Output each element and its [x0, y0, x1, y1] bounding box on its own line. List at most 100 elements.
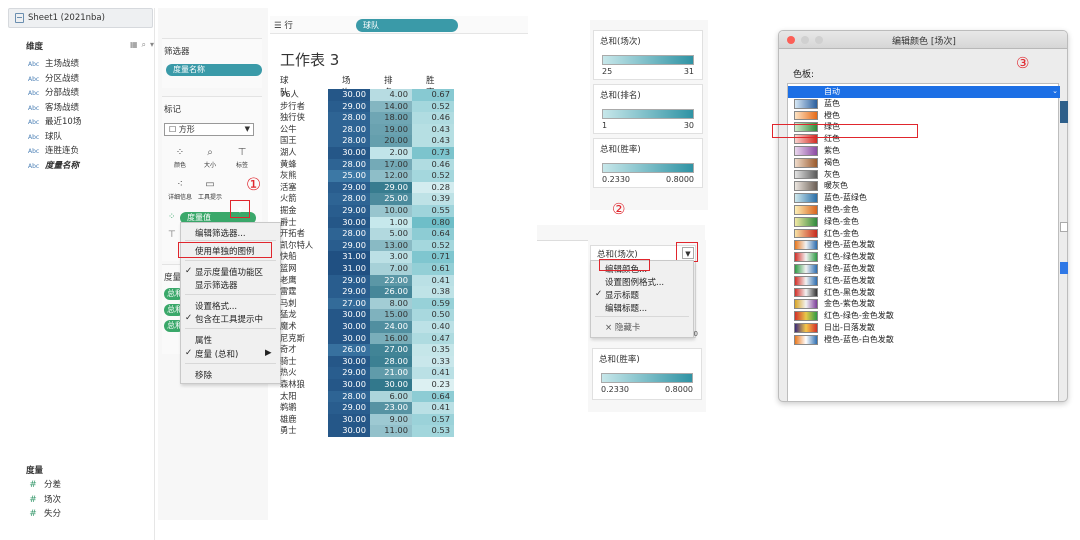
table-row[interactable]: 马刺 27.00 8.00 0.59: [280, 297, 480, 310]
rank-cell: 15.00: [370, 309, 412, 321]
table-row[interactable]: 太阳 28.00 6.00 0.64: [280, 390, 480, 403]
detail-button[interactable]: ⁖ 详细信息: [168, 178, 192, 204]
palette-option[interactable]: 褐色: [788, 157, 1060, 169]
palette-option[interactable]: 日出-日落发散: [788, 322, 1060, 334]
color-button[interactable]: ⁘ 颜色: [168, 146, 192, 172]
grid-icon[interactable]: ▦: [130, 40, 138, 52]
table-row[interactable]: 步行者 29.00 14.00 0.52: [280, 100, 480, 113]
table-row[interactable]: 勇士 30.00 11.00 0.53: [280, 425, 480, 437]
palette-option[interactable]: 金色-紫色发散: [788, 298, 1060, 310]
palette-option[interactable]: 红色-绿色-金色发散: [788, 310, 1060, 322]
chevron-down-icon[interactable]: ⌄: [1050, 86, 1060, 96]
table-row[interactable]: 鹈鹕 29.00 23.00 0.41: [280, 402, 480, 414]
table-row[interactable]: 火箭 28.00 25.00 0.39: [280, 193, 480, 205]
dimension-field[interactable]: Abc 主场战绩: [28, 57, 154, 72]
menu-item-remove[interactable]: 移除: [195, 369, 212, 381]
legend-rank[interactable]: 总和(排名) 1 30: [593, 84, 703, 134]
menu-item-format[interactable]: 设置格式...: [195, 300, 237, 312]
table-row[interactable]: 魔术 30.00 24.00 0.40: [280, 321, 480, 333]
palette-option[interactable]: 灰色: [788, 169, 1060, 181]
dimension-field[interactable]: Abc 度量名称: [28, 159, 154, 174]
palette-option[interactable]: 红色-绿色发散: [788, 251, 1060, 263]
filter-pill[interactable]: 度量名称: [166, 64, 262, 76]
menu-item-show-title[interactable]: ✓ 显示标题: [595, 289, 639, 301]
legend-winrate[interactable]: 总和(胜率) 0.2330 0.8000: [593, 138, 703, 188]
table-row[interactable]: 湖人 30.00 2.00 0.73: [280, 147, 480, 159]
chevron-down-icon[interactable]: ▾: [150, 40, 154, 52]
table-row[interactable]: 骑士 30.00 28.00 0.33: [280, 355, 480, 368]
table-row[interactable]: 热火 29.00 21.00 0.41: [280, 367, 480, 379]
measure-field[interactable]: # 分差: [28, 478, 154, 493]
menu-item-show-filter[interactable]: 显示筛选器: [195, 279, 238, 291]
table-row[interactable]: 开拓者 28.00 5.00 0.64: [280, 228, 480, 240]
search-icon[interactable]: ⌕: [142, 40, 146, 52]
menu-item-measure-sum[interactable]: ✓ 度量 (总和) ▶: [185, 348, 272, 360]
dimension-field[interactable]: Abc 分部战绩: [28, 86, 154, 101]
palette-option-label: 红色-黑色发散: [824, 287, 875, 297]
palette-option[interactable]: 自动: [788, 86, 1060, 98]
menu-item-hide-card[interactable]: × 隐藏卡: [605, 321, 640, 333]
label-button[interactable]: ⊤ 标签: [230, 146, 254, 172]
palette-option[interactable]: 橙色: [788, 110, 1060, 122]
step-2-marker: ②: [612, 200, 626, 218]
table-row[interactable]: 猛龙 30.00 15.00 0.50: [280, 309, 480, 321]
menu-item-attribute[interactable]: 属性: [195, 334, 212, 346]
legend-winrate-lower[interactable]: 总和(胜率) 0.2330 0.8000: [592, 348, 702, 400]
table-row[interactable]: 雷霆 29.00 26.00 0.38: [280, 286, 480, 298]
winrate-cell: 0.41: [412, 402, 454, 414]
menu-item-show-measure-card[interactable]: ✓ 显示度量值功能区: [185, 266, 263, 278]
measure-field[interactable]: # 失分: [28, 507, 154, 522]
table-row[interactable]: 奇才 26.00 27.00 0.35: [280, 344, 480, 356]
table-row[interactable]: 雄鹿 30.00 9.00 0.57: [280, 413, 480, 426]
palette-option-label: 灰色: [824, 169, 840, 179]
dimension-field[interactable]: Abc 最近10场: [28, 115, 154, 130]
dimension-field[interactable]: Abc 分区战绩: [28, 72, 154, 87]
dimension-field[interactable]: Abc 连胜连负: [28, 144, 154, 159]
measure-field[interactable]: # 场次: [28, 493, 154, 508]
palette-option[interactable]: 红色-金色: [788, 228, 1060, 240]
size-button[interactable]: ⌕ 大小: [198, 146, 222, 172]
table-row[interactable]: 76人 30.00 4.00 0.67: [280, 89, 480, 101]
table-row[interactable]: 篮网 31.00 7.00 0.61: [280, 263, 480, 275]
palette-option[interactable]: 红色-蓝色发散: [788, 275, 1060, 287]
datasource-tab[interactable]: Sheet1 (2021nba): [8, 8, 153, 28]
palette-option[interactable]: 橙色-蓝色-白色发散: [788, 334, 1060, 346]
table-row[interactable]: 国王 28.00 20.00 0.43: [280, 135, 480, 147]
palette-option[interactable]: 绿色-蓝色发散: [788, 263, 1060, 275]
menu-item-edit-title[interactable]: 编辑标题...: [605, 302, 647, 314]
palette-option[interactable]: 橙色-金色: [788, 204, 1060, 216]
table-row[interactable]: 活塞 29.00 29.00 0.28: [280, 181, 480, 194]
legend-games[interactable]: 总和(场次) 25 31: [593, 30, 703, 80]
table-row[interactable]: 掘金 29.00 10.00 0.55: [280, 205, 480, 217]
dimension-field[interactable]: Abc 客场战绩: [28, 101, 154, 116]
table-row[interactable]: 尼克斯 30.00 16.00 0.47: [280, 332, 480, 345]
palette-option[interactable]: 橙色-蓝色发散: [788, 239, 1060, 251]
menu-item-edit-filter[interactable]: 编辑筛选器...: [195, 227, 246, 239]
palette-option[interactable]: 蓝色: [788, 98, 1060, 110]
table-row[interactable]: 快船 31.00 3.00 0.71: [280, 251, 480, 263]
palette-option-label: 绿色-金色: [824, 216, 859, 226]
menu-item-format-legend[interactable]: 设置图例格式...: [605, 276, 664, 288]
palette-option[interactable]: 暖灰色: [788, 180, 1060, 192]
palette-option[interactable]: 红色-黑色发散: [788, 287, 1060, 299]
table-row[interactable]: 老鹰 29.00 22.00 0.41: [280, 274, 480, 287]
palette-option[interactable]: 蓝色-蓝绿色: [788, 192, 1060, 204]
rows-team-pill[interactable]: 球队: [356, 19, 458, 32]
palette-option[interactable]: 绿色-金色: [788, 216, 1060, 228]
palette-option-label: 日出-日落发散: [824, 323, 875, 332]
dimension-field[interactable]: Abc 球队: [28, 130, 154, 145]
menu-item-include-in-tooltip[interactable]: ✓ 包含在工具提示中: [185, 313, 263, 325]
steps-input[interactable]: [1060, 222, 1068, 232]
table-row[interactable]: 灰熊 25.00 12.00 0.52: [280, 170, 480, 182]
palette-option[interactable]: 紫色: [788, 145, 1060, 157]
table-row[interactable]: 爵士 30.00 1.00 0.80: [280, 216, 480, 229]
games-cell: 28.00: [328, 135, 370, 147]
table-row[interactable]: 凯尔特人 29.00 13.00 0.52: [280, 239, 480, 252]
ok-button[interactable]: [1060, 262, 1068, 274]
table-row[interactable]: 森林狼 30.00 30.00 0.23: [280, 379, 480, 391]
table-row[interactable]: 公牛 28.00 19.00 0.43: [280, 123, 480, 136]
table-row[interactable]: 黄蜂 28.00 17.00 0.46: [280, 158, 480, 171]
tooltip-button[interactable]: ▭ 工具提示: [198, 178, 222, 204]
table-row[interactable]: 独行侠 28.00 18.00 0.46: [280, 112, 480, 124]
mark-type-select[interactable]: ☐ 方形 ▼: [164, 123, 254, 136]
